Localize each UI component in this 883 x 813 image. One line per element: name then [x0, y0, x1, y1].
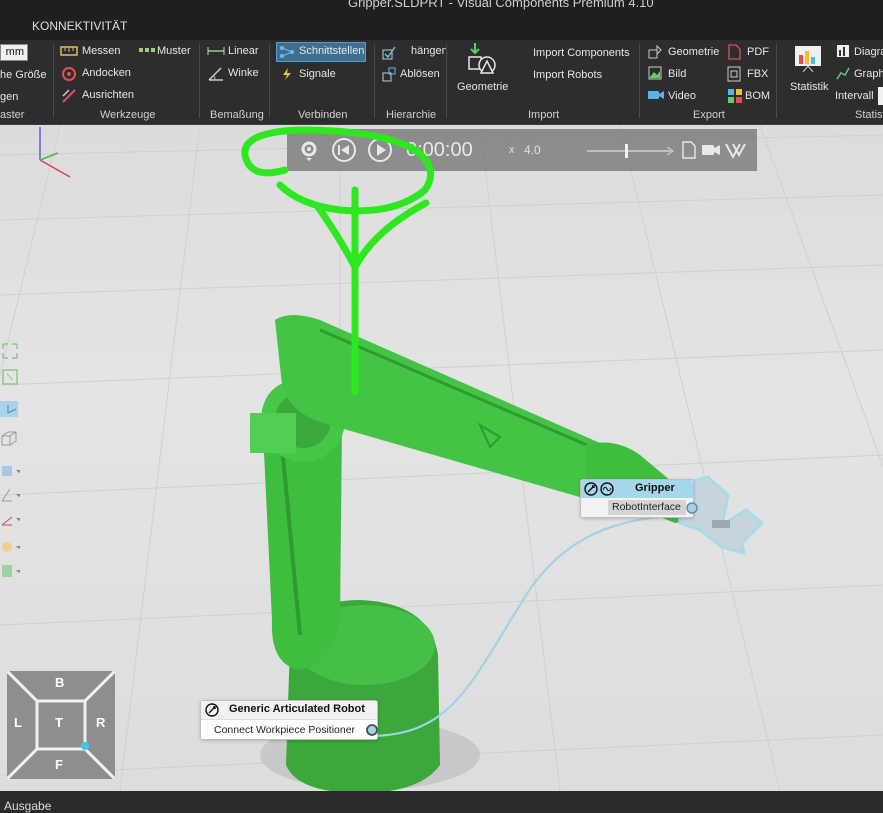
interval-input[interactable]: [878, 87, 883, 105]
ribbon-separator: [374, 44, 375, 118]
pdf-icon: [728, 44, 741, 60]
import-robots-button[interactable]: Import Robots: [533, 69, 602, 82]
schnittstellen-button[interactable]: Schnittstellen: [299, 45, 364, 58]
statistics-icon: [795, 46, 821, 73]
gripper-node[interactable]: Gripper RobotInterface: [580, 479, 698, 518]
diagram-icon: [837, 45, 849, 57]
group-label-export: Export: [693, 109, 725, 121]
node-signal-icon: [600, 482, 614, 496]
robot-port-row[interactable]: Connect Workpiece Positioner: [201, 719, 379, 739]
intervall-label: Intervall: [835, 90, 874, 102]
pdf-button[interactable]: PDF: [747, 46, 769, 59]
grid-size-label[interactable]: he Größe: [0, 69, 46, 82]
group-label-raster: aster: [0, 109, 25, 121]
align-icon: [62, 89, 76, 103]
group-label-bemassung: Bemaßung: [210, 109, 264, 121]
group-label-import: Import: [528, 109, 560, 121]
gripper-port-label: RobotInterface: [612, 501, 681, 513]
andocken-button[interactable]: Andocken: [82, 67, 131, 80]
abloesen-button[interactable]: Ablösen: [400, 68, 440, 81]
group-label-statistik: Statist: [855, 109, 883, 121]
muster-button[interactable]: Muster: [157, 45, 191, 58]
import-geometry-icon: [468, 43, 496, 74]
linear-button[interactable]: Linear: [228, 45, 259, 58]
robot-port-connector[interactable]: [365, 723, 379, 737]
gripper-port-row[interactable]: RobotInterface: [581, 498, 698, 517]
group-label-verbinden: Verbinden: [298, 109, 348, 121]
ribbon-separator: [446, 44, 447, 118]
nav-top-face[interactable]: T: [55, 715, 63, 730]
ausrichten-button[interactable]: Ausrichten: [82, 89, 134, 102]
fbx-icon: [727, 66, 741, 82]
anhaengen-button[interactable]: hängen: [411, 45, 448, 58]
scene-3d: [241, 126, 765, 791]
group-label-hierarchie: Hierarchie: [386, 109, 437, 121]
robot-node-header: Generic Articulated Robot: [201, 701, 377, 719]
window-title: Gripper.SLDPRT - Visual Components Premi…: [348, 0, 654, 10]
import-geometrie-button[interactable]: Geometrie: [457, 81, 508, 94]
bild-button[interactable]: Bild: [668, 68, 686, 81]
dock-icon: [62, 67, 76, 81]
robot-port-label: Connect Workpiece Positioner: [214, 724, 356, 736]
video-icon: [648, 91, 664, 99]
robot-node-title: Generic Articulated Robot: [229, 703, 365, 715]
title-bar: Gripper.SLDPRT - Visual Components Premi…: [0, 0, 883, 10]
signale-button[interactable]: Signale: [299, 68, 336, 81]
nav-front-face[interactable]: F: [55, 757, 63, 772]
ribbon: mm he Größe gen aster Messen Muster Ando…: [0, 40, 883, 125]
detach-icon: [382, 67, 396, 82]
fbx-button[interactable]: FBX: [747, 68, 768, 81]
statistik-button[interactable]: Statistik: [790, 81, 829, 94]
linear-dimension-icon: [207, 47, 225, 55]
pattern-icon: [139, 48, 155, 52]
nav-right-face[interactable]: R: [96, 715, 105, 730]
node-robot-icon: [584, 482, 598, 496]
grid-align-label[interactable]: gen: [0, 91, 18, 104]
group-label-werkzeuge: Werkzeuge: [100, 109, 156, 121]
diagramm-button[interactable]: Diagra: [854, 46, 883, 59]
navigation-cube[interactable]: B L T R F: [7, 671, 115, 779]
3d-viewport[interactable]: 0:00:00 x 4.0 Gripper RobotInterface Gen…: [0, 125, 883, 791]
graph-button[interactable]: Graph: [854, 68, 883, 81]
gripper-node-header: Gripper: [581, 480, 693, 498]
ribbon-separator: [639, 44, 640, 118]
video-button[interactable]: Video: [668, 90, 696, 103]
image-icon: [648, 66, 662, 80]
node-robot-icon: [205, 703, 219, 717]
unit-field[interactable]: mm: [0, 44, 28, 61]
attach-icon: [382, 46, 396, 60]
measure-icon: [60, 46, 78, 56]
import-components-button[interactable]: Import Components: [533, 47, 630, 60]
nav-back-face[interactable]: B: [55, 675, 64, 690]
messen-button[interactable]: Messen: [82, 45, 121, 58]
winkel-button[interactable]: Winke: [228, 67, 259, 80]
gripper-node-title: Gripper: [635, 482, 675, 494]
menu-bar: KONNEKTIVITÄT: [0, 10, 883, 40]
ribbon-separator: [776, 44, 777, 118]
ribbon-separator: [269, 44, 270, 118]
interfaces-icon: [280, 46, 294, 58]
nav-left-face[interactable]: L: [14, 715, 22, 730]
ribbon-separator: [53, 44, 54, 118]
ribbon-separator: [199, 44, 200, 118]
angle-dimension-icon: [208, 67, 223, 81]
signal-icon: [283, 68, 291, 80]
bom-icon: [728, 89, 742, 103]
export-geometrie-button[interactable]: Geometrie: [668, 46, 719, 59]
export-geometry-icon: [648, 44, 662, 59]
bom-button[interactable]: BOM: [745, 90, 770, 103]
graph-icon: [836, 67, 850, 80]
output-panel: Ausgabe: [0, 791, 883, 813]
gripper-port-connector[interactable]: [685, 501, 699, 515]
tab-konnektivitaet[interactable]: KONNEKTIVITÄT: [32, 19, 127, 33]
robot-node[interactable]: Generic Articulated Robot Connect Workpi…: [200, 700, 378, 740]
